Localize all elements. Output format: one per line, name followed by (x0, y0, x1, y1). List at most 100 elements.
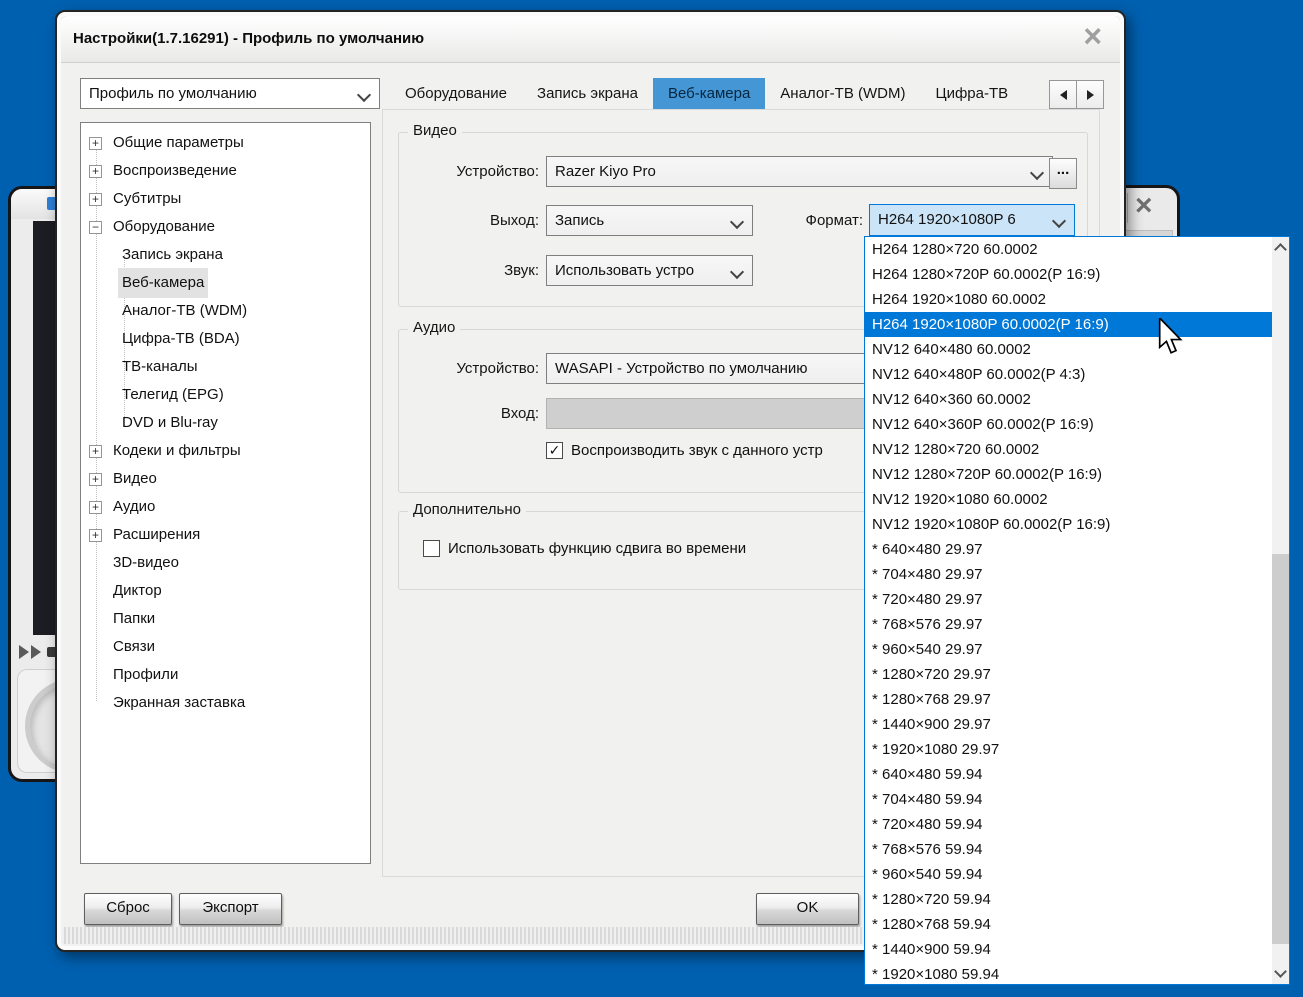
tree-item[interactable]: Телегид (EPG) (81, 381, 370, 409)
tree-item[interactable]: 3D-видео (81, 549, 370, 577)
expand-plus-icon[interactable]: + (89, 472, 102, 486)
collapse-minus-icon[interactable]: − (89, 220, 102, 234)
tree-item[interactable]: Цифра-ТВ (BDA) (81, 325, 370, 353)
tab-4[interactable]: Цифра-ТВ (920, 78, 1023, 109)
tree-item[interactable]: Диктор (81, 577, 370, 605)
tab-3[interactable]: Аналог-ТВ (WDM) (765, 78, 920, 109)
expand-plus-icon[interactable]: + (89, 444, 102, 458)
expand-plus-icon[interactable]: + (89, 136, 102, 150)
checkbox-checked-icon[interactable]: ✓ (546, 442, 563, 459)
format-option[interactable]: * 704×480 59.94 (865, 787, 1272, 812)
format-option[interactable]: H264 1280×720P 60.0002(P 16:9) (865, 262, 1272, 287)
expand-plus-icon[interactable]: + (89, 164, 102, 178)
expand-plus-icon[interactable]: + (89, 500, 102, 514)
tree-item[interactable]: + Субтитры (81, 185, 370, 213)
tree-item[interactable]: + Аудио (81, 493, 370, 521)
chevron-up-icon (1274, 243, 1287, 256)
format-option[interactable]: * 704×480 29.97 (865, 562, 1272, 587)
profile-select[interactable]: Профиль по умолчанию (80, 78, 380, 109)
tree-item[interactable]: Папки (81, 605, 370, 633)
tab-0[interactable]: Оборудование (390, 78, 522, 109)
tab-2[interactable]: Веб-камера (652, 78, 766, 109)
checkbox-unchecked-icon[interactable] (423, 540, 440, 557)
tree-item[interactable]: Экранная заставка (81, 689, 370, 717)
scroll-up-button[interactable] (1272, 239, 1289, 256)
device-more-button[interactable]: ... (1049, 158, 1077, 189)
format-option[interactable]: * 720×480 59.94 (865, 812, 1272, 837)
format-option[interactable]: H264 1280×720 60.0002 (865, 237, 1272, 262)
output-select[interactable]: Запись (546, 205, 753, 236)
format-select[interactable]: H264 1920×1080P 6 (869, 204, 1075, 236)
format-option[interactable]: * 1280×720 29.97 (865, 662, 1272, 687)
tree-item[interactable]: DVD и Blu-ray (81, 409, 370, 437)
format-option[interactable]: NV12 1920×1080 60.0002 (865, 487, 1272, 512)
format-option[interactable]: * 1280×720 59.94 (865, 887, 1272, 912)
format-option[interactable]: * 768×576 29.97 (865, 612, 1272, 637)
format-option[interactable]: NV12 640×480P 60.0002(P 4:3) (865, 362, 1272, 387)
expand-plus-icon[interactable]: + (89, 528, 102, 542)
tree-item[interactable]: Аналог-ТВ (WDM) (81, 297, 370, 325)
format-option[interactable]: NV12 640×480 60.0002 (865, 337, 1272, 362)
tree-item-label: Субтитры (113, 190, 182, 207)
tab-scroll-right-button[interactable] (1076, 80, 1104, 109)
tree-item-label: Видео (113, 470, 157, 487)
tree-item-label: Аудио (113, 498, 156, 515)
format-option[interactable]: NV12 640×360 60.0002 (865, 387, 1272, 412)
format-value: H264 1920×1080P 6 (878, 211, 1016, 228)
tree-item[interactable]: + Общие параметры (81, 129, 370, 157)
format-option[interactable]: H264 1920×1080P 60.0002(P 16:9) (865, 312, 1272, 337)
settings-tree: + Общие параметры + Воспроизведение + Субтитр… (80, 122, 371, 864)
sound-select[interactable]: Использовать устро (546, 255, 753, 286)
tree-item-label: ТВ-каналы (122, 358, 198, 375)
tree-item[interactable]: + Расширения (81, 521, 370, 549)
fast-forward-icon[interactable] (31, 645, 41, 659)
tree-item[interactable]: Запись экрана (81, 241, 370, 269)
format-option[interactable]: NV12 1280×720P 60.0002(P 16:9) (865, 462, 1272, 487)
tree-item[interactable]: + Видео (81, 465, 370, 493)
tree-item-label: Оборудование (113, 218, 216, 235)
format-option[interactable]: H264 1920×1080 60.0002 (865, 287, 1272, 312)
format-option[interactable]: * 1280×768 59.94 (865, 912, 1272, 937)
fast-forward-icon[interactable] (19, 645, 29, 659)
profile-select-value: Профиль по умолчанию (89, 85, 257, 102)
format-option[interactable]: NV12 1920×1080P 60.0002(P 16:9) (865, 512, 1272, 537)
video-device-select[interactable]: Razer Kiyo Pro (546, 156, 1053, 187)
tree-item-label: Диктор (113, 582, 162, 599)
format-option[interactable]: NV12 1280×720 60.0002 (865, 437, 1272, 462)
format-option[interactable]: * 1920×1080 29.97 (865, 737, 1272, 762)
tree-item[interactable]: Профили (81, 661, 370, 689)
format-option[interactable]: * 1280×768 29.97 (865, 687, 1272, 712)
close-icon[interactable]: × (1083, 18, 1102, 55)
export-button[interactable]: Экспорт (179, 893, 282, 925)
tab-1[interactable]: Запись экрана (522, 78, 653, 109)
scroll-down-button[interactable] (1272, 965, 1289, 982)
close-icon[interactable]: × (1135, 186, 1153, 226)
tab-scroll-left-button[interactable] (1049, 80, 1077, 109)
tree-item[interactable]: + Воспроизведение (81, 157, 370, 185)
format-option[interactable]: * 720×480 29.97 (865, 587, 1272, 612)
tree-item[interactable]: − Оборудование (81, 213, 370, 241)
tree-item[interactable]: ТВ-каналы (81, 353, 370, 381)
expand-plus-icon[interactable]: + (89, 192, 102, 206)
video-device-value: Razer Kiyo Pro (555, 163, 656, 180)
ok-button[interactable]: OK (756, 893, 859, 925)
format-option[interactable]: * 640×480 59.94 (865, 762, 1272, 787)
format-option[interactable]: * 640×480 29.97 (865, 537, 1272, 562)
format-option[interactable]: NV12 640×360P 60.0002(P 16:9) (865, 412, 1272, 437)
format-option[interactable]: * 1440×900 59.94 (865, 937, 1272, 962)
dropdown-scrollbar[interactable] (1272, 237, 1289, 984)
format-option[interactable]: * 1440×900 29.97 (865, 712, 1272, 737)
scrollbar-thumb[interactable] (1272, 554, 1289, 944)
reset-button[interactable]: Сброс (84, 893, 172, 925)
tree-item-label: Аналог-ТВ (WDM) (122, 302, 248, 319)
format-dropdown-list: H264 1280×720 60.0002 H264 1280×720P 60.0… (865, 237, 1272, 984)
mouse-cursor (1158, 318, 1183, 354)
tree-item[interactable]: Веб-камера (81, 268, 370, 298)
tree-item[interactable]: + Кодеки и фильтры (81, 437, 370, 465)
format-option[interactable]: * 1920×1080 59.94 (865, 962, 1272, 984)
dialog-titlebar[interactable]: Настройки(1.7.16291) - Профиль по умолча… (61, 16, 1120, 63)
format-option[interactable]: * 768×576 59.94 (865, 837, 1272, 862)
format-option[interactable]: * 960×540 59.94 (865, 862, 1272, 887)
tree-item[interactable]: Связи (81, 633, 370, 661)
format-option[interactable]: * 960×540 29.97 (865, 637, 1272, 662)
